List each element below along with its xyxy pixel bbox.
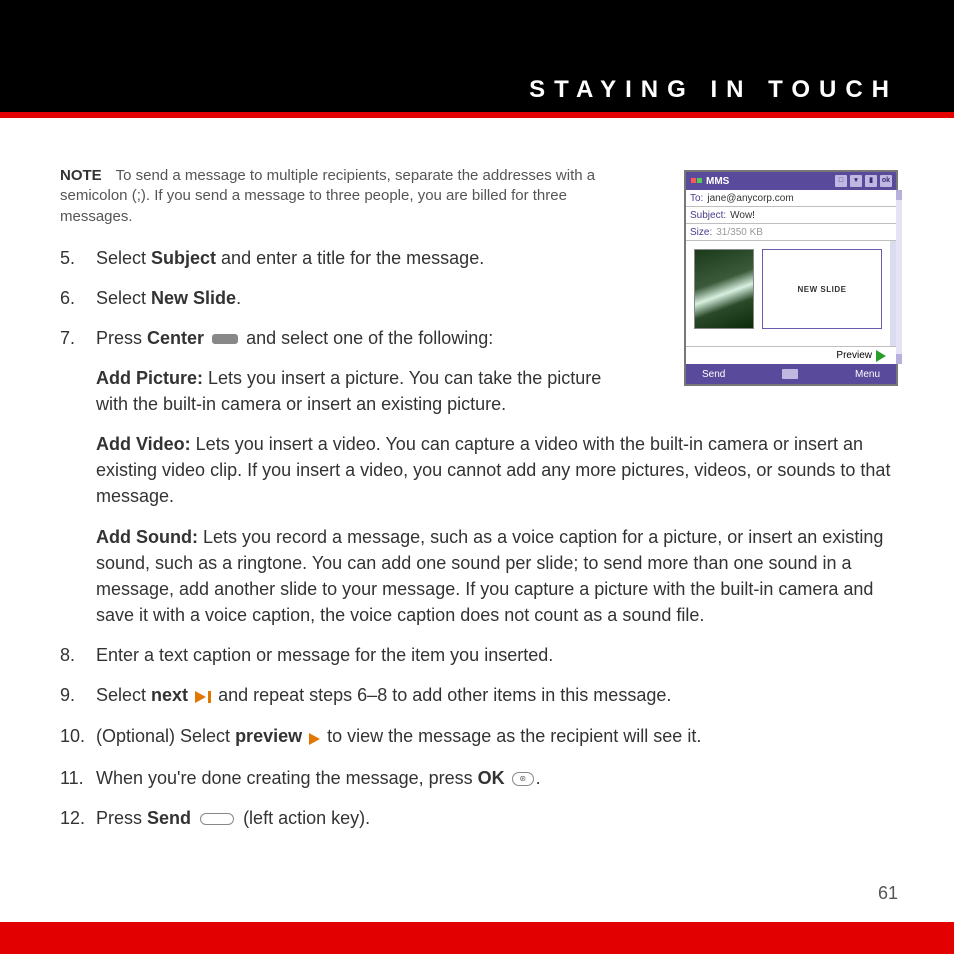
play-icon (876, 350, 886, 362)
step-number: 12. (60, 805, 96, 831)
scrollbar (896, 190, 902, 364)
step-12: 12. Press Send (left action key). (60, 805, 898, 831)
step-number: 10. (60, 723, 96, 749)
add-video-para: Add Video: Lets you insert a video. You … (96, 431, 898, 509)
footer-accent (0, 922, 954, 954)
step-number: 5. (60, 245, 96, 271)
step-number: 9. (60, 682, 96, 708)
note-block: NOTETo send a message to multiple recipi… (60, 166, 620, 227)
status-icon: □ (835, 175, 847, 187)
app-title: MMS (702, 176, 835, 187)
header-spacer (0, 0, 954, 68)
softkey-menu: Menu (855, 369, 880, 380)
center-button-icon (212, 334, 238, 344)
preview-icon (309, 724, 320, 750)
step-10: 10. (Optional) Select preview to view th… (60, 723, 898, 750)
step-number: 8. (60, 642, 96, 668)
send-key-icon (200, 813, 234, 825)
picture-thumbnail (694, 249, 754, 329)
slide-area: NEW SLIDE (686, 241, 896, 346)
signal-icon: ▾ (850, 175, 862, 187)
add-picture-para: Add Picture: Lets you insert a picture. … (96, 365, 636, 417)
mms-screenshot: MMS □ ▾ ▮ ok To: jane@anycorp.com Subjec… (684, 170, 898, 386)
step-number: 11. (60, 765, 96, 791)
softkey-send: Send (702, 369, 725, 380)
step-number: 6. (60, 285, 96, 311)
ok-button-icon: ⊛ (512, 772, 534, 786)
new-slide-box: NEW SLIDE (762, 249, 882, 329)
add-sound-para: Add Sound: Lets you record a message, su… (96, 524, 898, 628)
page-number: 61 (878, 883, 898, 904)
step-9: 9. Select next and repeat steps 6–8 to a… (60, 682, 898, 709)
battery-icon: ▮ (865, 175, 877, 187)
note-text: To send a message to multiple recipients… (60, 167, 595, 225)
ok-icon: ok (880, 175, 892, 187)
section-title: STAYING IN TOUCH (529, 76, 898, 104)
note-label: NOTE (60, 167, 102, 184)
size-row: Size: 31/350 KB (686, 224, 896, 241)
screenshot-softkeys: Send Menu (686, 364, 896, 384)
to-row: To: jane@anycorp.com (686, 190, 896, 207)
next-icon (195, 683, 211, 709)
step-8: 8. Enter a text caption or message for t… (60, 642, 898, 668)
preview-row: Preview (686, 346, 896, 364)
step-11: 11. When you're done creating the messag… (60, 765, 898, 791)
keyboard-icon (782, 369, 798, 379)
steps-list-2: 8. Enter a text caption or message for t… (60, 642, 898, 831)
screenshot-titlebar: MMS □ ▾ ▮ ok (686, 172, 896, 190)
step-number: 7. (60, 325, 96, 351)
section-header: STAYING IN TOUCH (0, 68, 954, 112)
subject-row: Subject: Wow! (686, 207, 896, 224)
start-icon (690, 176, 702, 187)
